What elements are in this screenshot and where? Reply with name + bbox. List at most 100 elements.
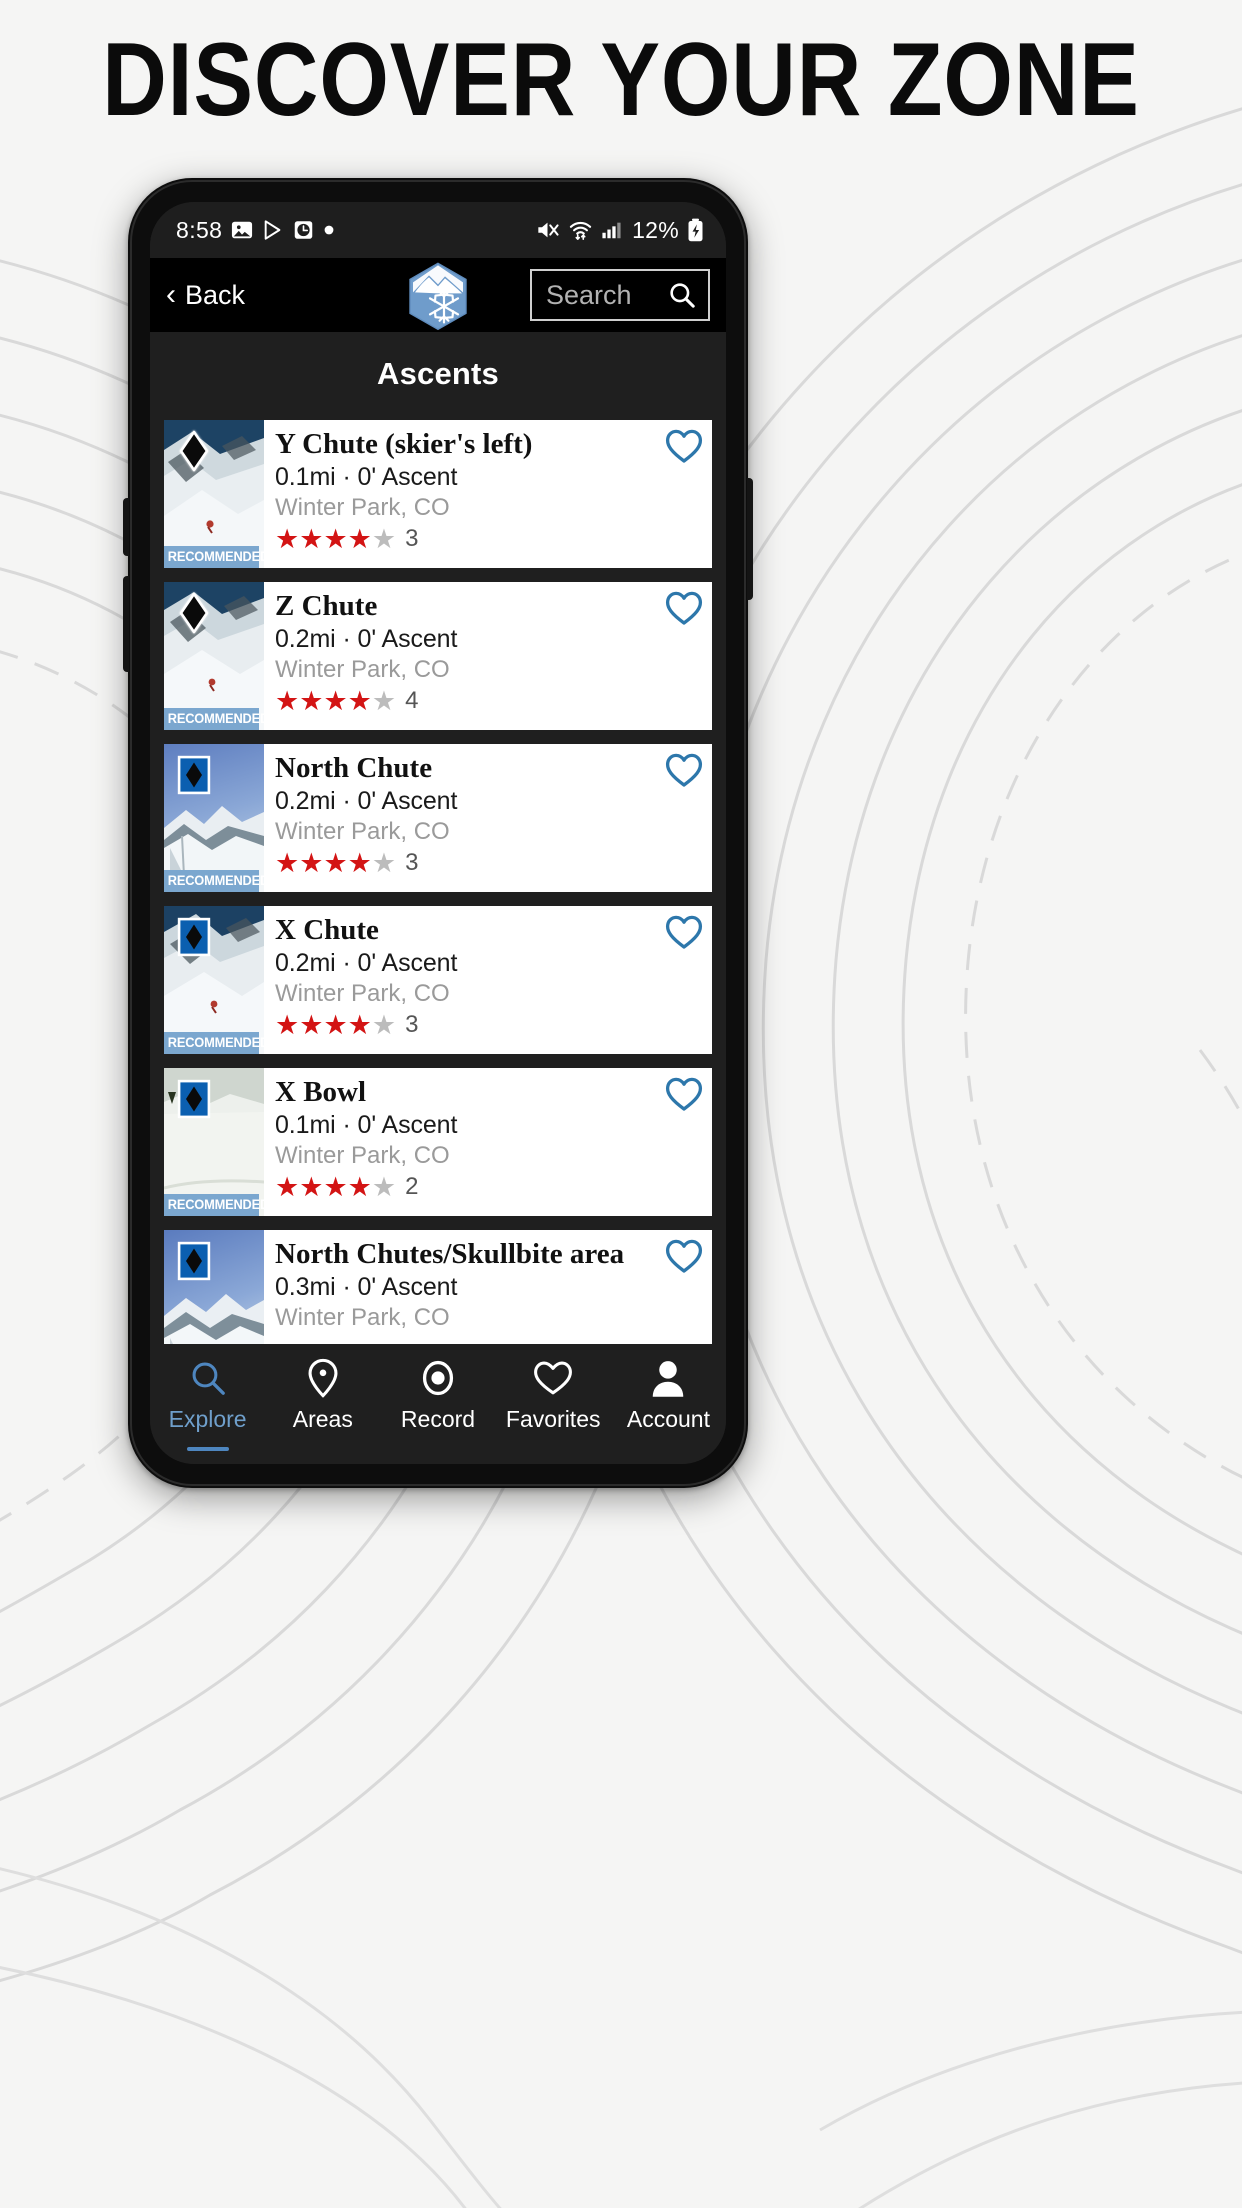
route-title: North Chute — [275, 752, 433, 784]
phone-screen: 8:58 12% ‹ Back Search Ascents RECOMMEND… — [150, 202, 726, 1464]
blue-square-black-diamond-icon — [177, 755, 211, 795]
star-icon: ★ — [371, 847, 397, 878]
route-title: North Chutes/Skullbite area — [275, 1238, 625, 1270]
rating-count: 4 — [405, 687, 419, 715]
tab-favorites[interactable]: Favorites — [496, 1358, 611, 1433]
route-title: X Chute — [275, 914, 379, 946]
route-rating: ★ ★ ★ ★ ★ 3 — [275, 525, 702, 553]
blue-square-black-diamond-icon — [177, 755, 211, 795]
route-title: Z Chute — [275, 590, 378, 622]
star-icon: ★ — [275, 685, 300, 716]
tab-explore[interactable]: Explore — [150, 1358, 265, 1451]
tab-areas[interactable]: Areas — [265, 1358, 380, 1433]
route-stats: 0.2mi · 0' Ascent — [275, 625, 458, 654]
star-icon: ★ — [275, 1171, 300, 1202]
star-icon: ★ — [275, 847, 300, 878]
recommended-route-badge: RECOMMENDED ROUTE — [164, 870, 264, 892]
star-icon: ★ — [323, 1171, 348, 1202]
page-title: DISCOVER YOUR ZONE — [102, 22, 1140, 138]
map-pin-icon — [305, 1358, 341, 1398]
battery-charging-icon — [687, 218, 704, 242]
route-stats: 0.1mi · 0' Ascent — [275, 1111, 458, 1140]
favorite-button[interactable] — [665, 1238, 703, 1274]
route-card[interactable]: RECOMMENDED ROUTE Y Chute (skier's left)… — [164, 420, 712, 568]
recommended-route-badge: RECOMMENDED ROUTE — [164, 708, 264, 730]
route-location: Winter Park, CO — [275, 656, 450, 684]
blue-square-black-diamond-icon — [177, 1241, 211, 1281]
clock-icon — [293, 219, 314, 241]
black-diamond-icon — [177, 430, 211, 472]
recommended-route-badge: RECOMMENDED ROUTE — [164, 546, 264, 568]
star-icon: ★ — [347, 847, 372, 878]
rating-count: 2 — [405, 1173, 419, 1201]
route-info: Y Chute (skier's left) 0.1mi · 0' Ascent… — [264, 420, 712, 568]
volume-down-button[interactable] — [123, 576, 129, 672]
ascents-list[interactable]: RECOMMENDED ROUTE Y Chute (skier's left)… — [150, 420, 726, 1378]
star-rating: ★ ★ ★ ★ ★ — [275, 523, 397, 554]
star-icon: ★ — [323, 685, 348, 716]
black-diamond-icon — [177, 592, 211, 634]
dot-icon — [323, 224, 335, 236]
rating-count: 3 — [405, 525, 419, 553]
route-title: X Bowl — [275, 1076, 367, 1108]
rating-count: 3 — [405, 1011, 419, 1039]
route-location: Winter Park, CO — [275, 1304, 450, 1332]
signal-icon — [601, 219, 624, 241]
star-icon: ★ — [323, 523, 348, 554]
battery-percent: 12% — [632, 216, 679, 243]
tab-label: Record — [400, 1406, 476, 1432]
route-card[interactable]: RECOMMENDED ROUTE X Bowl 0.1mi · 0' Asce… — [164, 1068, 712, 1216]
favorite-button[interactable] — [665, 752, 703, 788]
route-card[interactable]: RECOMMENDED ROUTE Z Chute 0.2mi · 0' Asc… — [164, 582, 712, 730]
status-bar: 8:58 12% — [150, 202, 726, 258]
star-icon: ★ — [299, 847, 324, 878]
route-stats: 0.2mi · 0' Ascent — [275, 787, 458, 816]
search-icon[interactable] — [668, 281, 696, 309]
image-icon — [231, 219, 253, 241]
power-button[interactable] — [747, 478, 753, 600]
tab-record[interactable]: Record — [380, 1358, 495, 1433]
tab-account[interactable]: Account — [611, 1358, 726, 1433]
star-icon: ★ — [299, 685, 324, 716]
favorite-button[interactable] — [665, 1076, 703, 1112]
route-stats: 0.3mi · 0' Ascent — [275, 1273, 458, 1302]
blue-square-black-diamond-icon — [177, 1079, 211, 1119]
route-card[interactable]: RECOMMENDED ROUTE X Chute 0.2mi · 0' Asc… — [164, 906, 712, 1054]
star-icon: ★ — [299, 523, 324, 554]
star-icon: ★ — [323, 847, 348, 878]
star-icon: ★ — [275, 523, 300, 554]
search-icon — [189, 1358, 227, 1398]
blue-square-black-diamond-icon — [177, 917, 211, 957]
route-rating: ★ ★ ★ ★ ★ 3 — [275, 1011, 702, 1039]
star-icon: ★ — [371, 685, 397, 716]
route-card[interactable]: RECOMMENDED ROUTE North Chute 0.2mi · 0'… — [164, 744, 712, 892]
route-rating: ★ ★ ★ ★ ★ 3 — [275, 849, 702, 877]
route-title: Y Chute (skier's left) — [275, 428, 533, 460]
back-button-label: Back — [185, 279, 246, 310]
star-icon: ★ — [371, 523, 397, 554]
star-icon: ★ — [347, 523, 372, 554]
star-rating: ★ ★ ★ ★ ★ — [275, 685, 397, 716]
favorite-button[interactable] — [665, 590, 703, 626]
volume-up-button[interactable] — [123, 498, 129, 556]
star-icon: ★ — [371, 1171, 397, 1202]
favorite-button[interactable] — [665, 428, 703, 464]
star-icon: ★ — [347, 1009, 372, 1040]
recommended-route-badge: RECOMMENDED ROUTE — [164, 1194, 264, 1216]
route-rating: ★ ★ ★ ★ ★ 4 — [275, 687, 702, 715]
star-rating: ★ ★ ★ ★ ★ — [275, 847, 397, 878]
black-diamond-icon — [179, 592, 209, 634]
favorite-button[interactable] — [665, 914, 703, 950]
person-icon — [650, 1358, 686, 1398]
back-button[interactable]: ‹ Back — [166, 280, 245, 311]
bottom-tab-bar[interactable]: Explore Areas Record Favorites Account — [150, 1344, 726, 1464]
chevron-left-icon: ‹ — [166, 278, 176, 311]
blue-square-black-diamond-icon — [177, 1079, 211, 1119]
blue-square-black-diamond-icon — [177, 917, 211, 957]
search-input[interactable]: Search — [530, 269, 710, 321]
wifi-icon — [568, 219, 593, 241]
tab-label: Areas — [292, 1406, 353, 1432]
route-info: North Chute 0.2mi · 0' Ascent Winter Par… — [264, 744, 712, 892]
route-location: Winter Park, CO — [275, 818, 450, 846]
star-icon: ★ — [299, 1009, 324, 1040]
